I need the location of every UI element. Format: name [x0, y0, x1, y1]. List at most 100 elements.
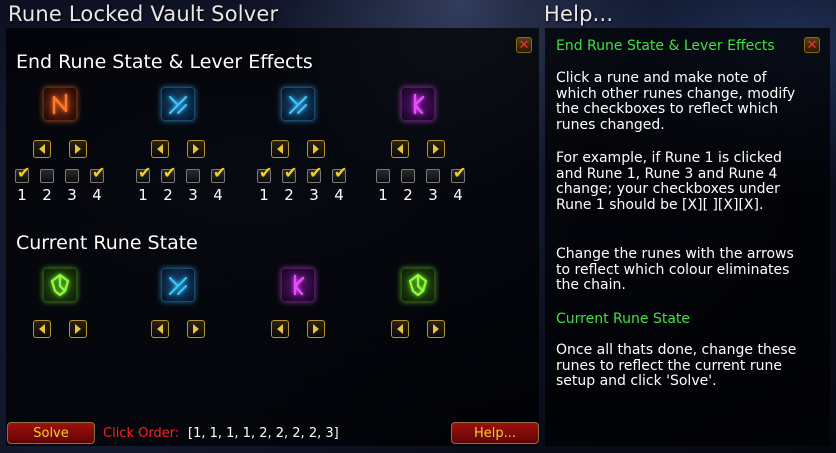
rune-4-effect-checkbox-1[interactable] [376, 169, 390, 183]
rune-4-effect-checkbox-4[interactable]: ✔ [451, 165, 466, 183]
current-rune-2-next-button[interactable] [187, 320, 205, 338]
help-button[interactable]: Help... [451, 422, 539, 444]
checkmark-icon: ✔ [138, 163, 152, 182]
help-paragraph-2: For example, if Rune 1 is clicked and Ru… [556, 150, 782, 213]
checkbox-number-label: 2 [163, 186, 173, 204]
close-help-button[interactable]: ✕ [804, 37, 820, 53]
arrow-right-icon [313, 324, 319, 334]
end-rune-2-prev-button[interactable] [151, 140, 169, 158]
close-icon: ✕ [518, 37, 530, 53]
rune-2-effect-checkbox-2[interactable]: ✔ [161, 165, 176, 183]
end-rune-3[interactable] [281, 87, 315, 121]
end-rune-section-title: End Rune State & Lever Effects [16, 51, 313, 73]
end-rune-2-next-button[interactable] [187, 140, 205, 158]
checkbox-number-label: 3 [188, 186, 198, 204]
rune-1-effect-checkbox-2[interactable] [40, 169, 54, 183]
arrow-left-icon [397, 324, 403, 334]
rune-3-effect-checkbox-2[interactable]: ✔ [282, 165, 297, 183]
rune-3-effect-checkbox-4[interactable]: ✔ [332, 165, 347, 183]
rune-2-effect-checkbox-4[interactable]: ✔ [211, 165, 226, 183]
rune-3-effect-checkbox-3[interactable]: ✔ [307, 165, 322, 183]
rune-green-icon [50, 273, 70, 297]
checkbox-number-label: 3 [428, 186, 438, 204]
checkbox-number-label: 2 [403, 186, 413, 204]
arrow-right-icon [433, 144, 439, 154]
checkbox-number-label: 3 [309, 186, 319, 204]
rune-2-effect-checkbox-3[interactable] [186, 169, 200, 183]
current-rune-3[interactable] [281, 268, 315, 302]
current-rune-1[interactable] [43, 268, 77, 302]
checkmark-icon: ✔ [309, 163, 323, 182]
checkmark-icon: ✔ [17, 163, 31, 182]
checkmark-icon: ✔ [334, 163, 348, 182]
arrow-left-icon [277, 324, 283, 334]
current-rune-4[interactable] [401, 268, 435, 302]
rune-3-effect-checkbox-1[interactable]: ✔ [257, 165, 272, 183]
end-rune-1-next-button[interactable] [69, 140, 87, 158]
help-heading-current: Current Rune State [556, 311, 690, 327]
arrow-right-icon [313, 144, 319, 154]
close-solver-button[interactable]: ✕ [516, 37, 532, 53]
checkbox-number-label: 4 [213, 186, 223, 204]
help-paragraph-4: Once all thats done, change these runes … [556, 342, 797, 389]
solve-button[interactable]: Solve [7, 422, 95, 444]
rune-purple-icon [293, 274, 305, 296]
end-rune-1[interactable] [43, 87, 77, 121]
rune-2-effect-checkbox-1[interactable]: ✔ [136, 165, 151, 183]
current-rune-2-prev-button[interactable] [151, 320, 169, 338]
rune-1-effect-checkbox-4[interactable]: ✔ [90, 165, 105, 183]
checkbox-number-label: 4 [334, 186, 344, 204]
current-rune-2[interactable] [161, 268, 195, 302]
current-rune-4-next-button[interactable] [427, 320, 445, 338]
end-rune-2[interactable] [161, 87, 195, 121]
close-icon: ✕ [806, 37, 818, 53]
current-rune-4-prev-button[interactable] [391, 320, 409, 338]
arrow-left-icon [39, 324, 45, 334]
checkmark-icon: ✔ [259, 163, 273, 182]
rune-orange-icon [52, 93, 68, 115]
checkmark-icon: ✔ [284, 163, 298, 182]
rune-4-effect-checkbox-3[interactable] [426, 169, 440, 183]
end-rune-4[interactable] [401, 87, 435, 121]
rune-blue-icon [288, 95, 308, 115]
rune-1-effect-checkbox-1[interactable]: ✔ [15, 165, 30, 183]
end-rune-4-prev-button[interactable] [391, 140, 409, 158]
arrow-right-icon [193, 144, 199, 154]
checkbox-number-label: 1 [138, 186, 148, 204]
checkmark-icon: ✔ [453, 163, 467, 182]
end-rune-3-prev-button[interactable] [271, 140, 289, 158]
arrow-left-icon [277, 144, 283, 154]
current-rune-1-next-button[interactable] [69, 320, 87, 338]
click-order-label: Click Order: [103, 426, 180, 441]
rune-blue-icon [168, 276, 188, 296]
arrow-left-icon [157, 324, 163, 334]
click-order-value: [1, 1, 1, 1, 2, 2, 2, 2, 3] [188, 426, 339, 441]
current-rune-1-prev-button[interactable] [33, 320, 51, 338]
arrow-right-icon [433, 324, 439, 334]
help-heading-end: End Rune State & Lever Effects [556, 38, 775, 54]
checkbox-number-label: 2 [42, 186, 52, 204]
current-rune-3-prev-button[interactable] [271, 320, 289, 338]
help-paragraph-1: Click a rune and make note of which othe… [556, 70, 796, 133]
rune-1-effect-checkbox-3[interactable] [65, 169, 79, 183]
arrow-right-icon [193, 324, 199, 334]
arrow-right-icon [75, 324, 81, 334]
checkmark-icon: ✔ [92, 163, 106, 182]
end-rune-4-next-button[interactable] [427, 140, 445, 158]
arrow-right-icon [75, 144, 81, 154]
rune-purple-icon [413, 93, 425, 115]
arrow-left-icon [157, 144, 163, 154]
end-rune-1-prev-button[interactable] [33, 140, 51, 158]
help-paragraph-3: Change the runes with the arrows to refl… [556, 246, 794, 293]
checkbox-number-label: 1 [378, 186, 388, 204]
checkmark-icon: ✔ [213, 163, 227, 182]
arrow-left-icon [397, 144, 403, 154]
rune-4-effect-checkbox-2[interactable] [401, 169, 415, 183]
checkbox-number-label: 1 [259, 186, 269, 204]
end-rune-3-next-button[interactable] [307, 140, 325, 158]
checkbox-number-label: 1 [17, 186, 27, 204]
window-title: Rune Locked Vault Solver [8, 2, 279, 26]
current-rune-3-next-button[interactable] [307, 320, 325, 338]
checkbox-number-label: 4 [453, 186, 463, 204]
checkbox-number-label: 2 [284, 186, 294, 204]
